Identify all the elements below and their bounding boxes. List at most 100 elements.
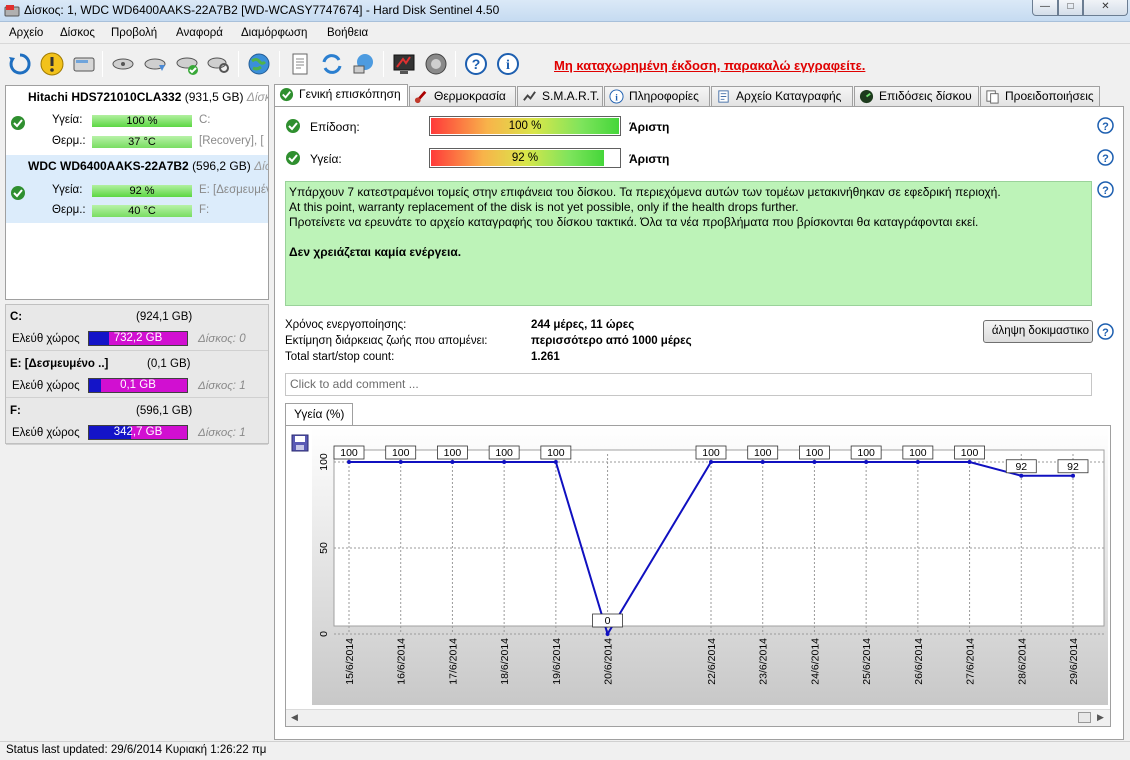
power-on-label: Χρόνος ενεργοποίησης: (285, 319, 407, 331)
disk-volumes-2: F: (199, 204, 210, 216)
health-label: Υγεία: (310, 152, 342, 166)
disk-title: Hitachi HDS721010CLA332 (931,5 GB) Δίσκ (28, 90, 269, 104)
globe-icon[interactable] (246, 51, 272, 77)
disk-tag: Δίσ (254, 159, 268, 173)
svg-text:?: ? (472, 56, 481, 72)
data-label: 100 (702, 447, 720, 459)
disk-icon[interactable] (71, 51, 97, 77)
disk-item-wdc[interactable]: WDC WD6400AAKS-22A7B2 (596,2 GB) Δίσ Υγε… (6, 155, 268, 223)
menu-disk[interactable]: Δίσκος (60, 27, 95, 39)
toolbar-separator (279, 51, 280, 77)
scroll-thumb[interactable] (1078, 712, 1091, 723)
partition-item[interactable]: C: (924,1 GB) Ελεύθ χώρος 732,2 GB Δίσκο… (6, 305, 268, 351)
comment-input[interactable]: Click to add comment ... (285, 373, 1092, 396)
x-tick-label: 27/6/2014 (965, 638, 977, 685)
help-icon[interactable]: ? (1097, 117, 1114, 134)
close-button[interactable]: ✕ (1083, 0, 1128, 16)
health-value: 92 % (511, 152, 539, 164)
recommended-action: Δεν χρειάζεται καμία ενέργεια. (289, 245, 462, 259)
info-icon[interactable]: i (495, 51, 521, 77)
data-label: 92 (1015, 461, 1027, 473)
disk-tag: Δίσκ (246, 90, 269, 104)
ok-check-icon (11, 186, 25, 200)
partition-name: E: [Δεσμευμένο ..] (10, 358, 109, 370)
warning-icon[interactable] (39, 51, 65, 77)
check-icon (279, 87, 294, 102)
data-label: 100 (495, 447, 513, 459)
data-point (864, 460, 869, 464)
temp-label: Θερμ.: (52, 204, 86, 216)
tab-temperature[interactable]: Θερμοκρασία (409, 86, 516, 106)
data-label: 100 (340, 447, 358, 459)
status-text: Status last updated: 29/6/2014 Κυριακή 1… (6, 744, 267, 756)
toolbar-separator (383, 51, 384, 77)
menu-report[interactable]: Αναφορά (176, 27, 223, 39)
scroll-left-icon[interactable]: ◀ (291, 712, 298, 723)
tab-information[interactable]: i Πληροφορίες (604, 86, 710, 106)
status-bar: Status last updated: 29/6/2014 Κυριακή 1… (0, 741, 1130, 760)
svg-text:i: i (506, 58, 510, 73)
menu-help[interactable]: Βοήθεια (327, 27, 368, 39)
disk-capacity: (596,2 GB) (192, 159, 251, 173)
menu-file[interactable]: Αρχείο (9, 27, 43, 39)
disk-check-icon[interactable] (174, 51, 200, 77)
partition-item[interactable]: F: (596,1 GB) Ελεύθ χώρος 342,7 GB Δίσκο… (6, 399, 268, 445)
svg-text:?: ? (1102, 121, 1109, 133)
disk-title: WDC WD6400AAKS-22A7B2 (596,2 GB) Δίσ (28, 159, 268, 173)
alerts-icon (986, 90, 999, 104)
disk-volumes: E: [Δεσμευμέν (199, 184, 269, 196)
data-label: 92 (1067, 461, 1079, 473)
data-point (347, 460, 351, 464)
help-icon[interactable]: ? (1097, 181, 1114, 198)
tab-health-chart[interactable]: Υγεία (%) (285, 403, 354, 425)
tab-log[interactable]: Αρχείο Καταγραφής (711, 86, 853, 106)
disk-capacity: (931,5 GB) (184, 90, 244, 104)
registration-link[interactable]: Μη καταχωρημένη έκδοση, παρακαλώ εγγραφε… (554, 58, 865, 73)
data-point (502, 460, 507, 464)
toolbar-separator (238, 51, 239, 77)
monitor-icon[interactable] (391, 51, 417, 77)
window-title: Δίσκος: 1, WDC WD6400AAKS-22A7B2 [WD-WCA… (24, 3, 500, 17)
x-tick-label: 15/6/2014 (344, 638, 356, 685)
network-icon[interactable] (351, 51, 377, 77)
data-point (1071, 473, 1075, 478)
disk-search-icon[interactable] (206, 51, 232, 77)
minimize-button[interactable]: — (1032, 0, 1058, 16)
disk-test-2-icon[interactable] (142, 51, 168, 77)
help-icon[interactable]: ? (1097, 149, 1114, 166)
tab-label: Πληροφορίες (629, 89, 699, 103)
sync-icon[interactable] (319, 51, 345, 77)
data-label: 100 (857, 447, 875, 459)
data-point (760, 460, 765, 464)
report-icon[interactable] (287, 51, 313, 77)
x-tick-label: 26/6/2014 (913, 638, 925, 685)
partition-disk: Δίσκος: 1 (198, 380, 246, 392)
disk-test-icon[interactable] (110, 51, 136, 77)
menu-configuration[interactable]: Διαμόρφωση (241, 27, 307, 39)
free-space-value: 0,1 GB (120, 379, 156, 391)
disk-item-hitachi[interactable]: Hitachi HDS721010CLA332 (931,5 GB) Δίσκ … (6, 86, 268, 154)
data-point (605, 632, 610, 636)
test-button[interactable]: άληψη δοκιμαστικο (983, 320, 1093, 343)
tab-label: S.M.A.R.T. (542, 89, 600, 103)
disk-name: Hitachi HDS721010CLA332 (28, 90, 182, 104)
scroll-right-icon[interactable]: ▶ (1097, 712, 1104, 723)
thermometer-icon (414, 90, 427, 104)
description-line: At this point, warranty replacement of t… (289, 200, 799, 214)
help-icon[interactable]: ? (463, 51, 489, 77)
free-space-bar: 0,1 GB (88, 378, 188, 393)
data-point (812, 460, 817, 464)
tab-alerts[interactable]: Προειδοποιήσεις (980, 86, 1100, 106)
tab-smart[interactable]: S.M.A.R.T. (517, 86, 603, 106)
speaker-icon[interactable] (423, 51, 449, 77)
tab-overview[interactable]: Γενική επισκόπηση (274, 84, 408, 107)
tab-performance[interactable]: Επιδόσεις δίσκου (854, 86, 979, 106)
x-tick-label: 19/6/2014 (551, 638, 563, 685)
help-icon[interactable]: ? (1097, 323, 1114, 340)
partition-item[interactable]: E: [Δεσμευμένο ..] (0,1 GB) Ελεύθ χώρος … (6, 352, 268, 398)
horizontal-scrollbar[interactable]: ◀ ▶ (286, 709, 1110, 726)
menu-view[interactable]: Προβολή (111, 27, 157, 39)
free-space-value: 732,2 GB (113, 332, 163, 344)
refresh-icon[interactable] (7, 51, 33, 77)
maximize-button[interactable]: □ (1058, 0, 1083, 16)
